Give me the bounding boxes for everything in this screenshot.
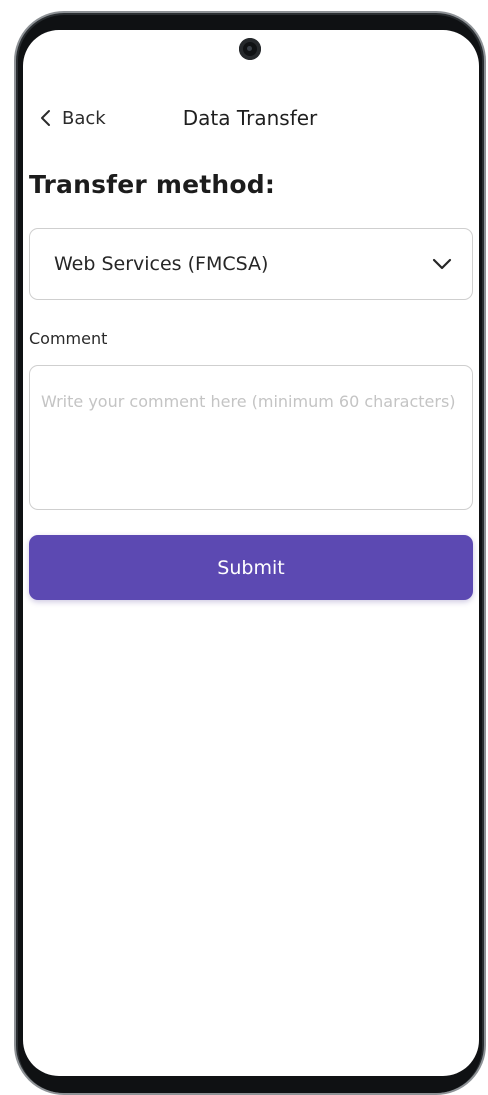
submit-button[interactable]: Submit (29, 535, 473, 600)
front-camera (239, 38, 261, 60)
transfer-method-value: Web Services (FMCSA) (54, 253, 269, 275)
transfer-method-heading: Transfer method: (29, 170, 276, 199)
comment-input[interactable] (29, 365, 473, 510)
page-title: Data Transfer (182, 106, 318, 130)
transfer-method-select[interactable]: Web Services (FMCSA) (29, 228, 473, 300)
chevron-down-icon (430, 252, 454, 276)
comment-label: Comment (29, 329, 108, 348)
